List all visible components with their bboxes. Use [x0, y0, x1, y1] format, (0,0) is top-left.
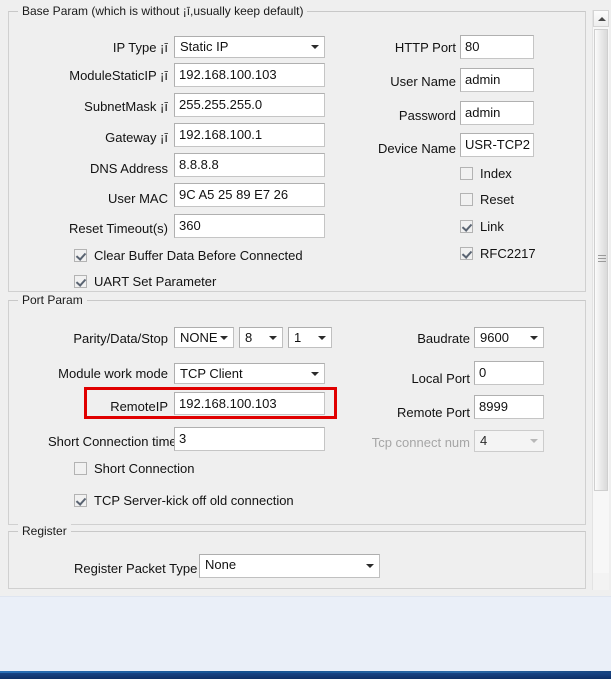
- chevron-down-icon: [311, 371, 319, 376]
- uart-set-parameter-label: UART Set Parameter: [94, 274, 217, 289]
- chevron-down-icon: [530, 439, 538, 443]
- baudrate-value: 9600: [480, 330, 509, 345]
- uart-set-parameter-checkbox[interactable]: UART Set Parameter: [74, 274, 216, 289]
- clear-buffer-label: Clear Buffer Data Before Connected: [94, 248, 303, 263]
- chevron-down-icon: [269, 335, 277, 340]
- chevron-down-icon: [530, 335, 538, 340]
- checkbox-box: [74, 462, 87, 475]
- user-mac-label: User MAC: [108, 191, 168, 206]
- dns-address-label: DNS Address: [89, 161, 168, 176]
- stop-bits-value: 1: [294, 330, 302, 345]
- data-bits-value: 8: [245, 330, 253, 345]
- dialog-bottom-area: [0, 596, 611, 672]
- remote-ip-label: RemoteIP: [110, 399, 168, 414]
- short-connection-label: Short Connection: [94, 461, 195, 476]
- user-mac-input[interactable]: 9C A5 25 89 E7 26: [174, 183, 325, 207]
- grip-icon: [598, 255, 606, 265]
- tcp-kick-off-label: TCP Server-kick off old connection: [94, 493, 294, 508]
- ip-type-value: Static IP: [180, 39, 229, 54]
- parity-value: NONE: [180, 330, 218, 345]
- register-packet-type-label: Register Packet Type: [74, 561, 198, 576]
- ip-type-select[interactable]: Static IP: [174, 36, 325, 58]
- password-input[interactable]: admin: [460, 101, 534, 125]
- reset-label: Reset: [480, 192, 514, 207]
- user-name-input[interactable]: admin: [460, 68, 534, 92]
- module-static-ip-input[interactable]: 192.168.100.103: [174, 63, 325, 87]
- settings-scroll-panel: Base Param (which is without ¡ī,usually …: [0, 0, 611, 596]
- scroll-up-button[interactable]: [593, 10, 609, 27]
- short-connection-checkbox[interactable]: Short Connection: [74, 461, 194, 476]
- triangle-up-icon: [598, 17, 606, 21]
- register-packet-type-select[interactable]: None: [199, 554, 380, 578]
- app-root: Base Param (which is without ¡ī,usually …: [0, 0, 611, 679]
- tcp-connect-num-select: 4: [474, 430, 544, 452]
- baudrate-label: Baudrate: [417, 331, 470, 346]
- remote-port-label: Remote Port: [397, 405, 470, 420]
- short-connection-time-input[interactable]: 3: [174, 427, 325, 451]
- checkbox-box: [74, 275, 87, 288]
- checkbox-box: [460, 247, 473, 260]
- ip-type-label: IP Type ¡ī: [112, 40, 168, 55]
- password-label: Password: [398, 108, 456, 123]
- chevron-down-icon: [220, 335, 228, 340]
- link-checkbox[interactable]: Link: [460, 219, 504, 234]
- checkbox-box: [74, 249, 87, 262]
- index-checkbox[interactable]: Index: [460, 166, 512, 181]
- tcp-connect-num-label: Tcp connect num: [371, 435, 470, 450]
- base-param-title: Base Param (which is without ¡ī,usually …: [18, 4, 308, 18]
- rfc2217-label: RFC2217: [480, 246, 536, 261]
- taskbar: [0, 671, 611, 679]
- vertical-scrollbar[interactable]: [592, 10, 609, 590]
- rfc2217-checkbox[interactable]: RFC2217: [460, 246, 536, 261]
- user-name-label: User Name: [390, 74, 456, 89]
- dns-address-input[interactable]: 8.8.8.8: [174, 153, 325, 177]
- chevron-down-icon: [318, 335, 326, 340]
- subnet-mask-input[interactable]: 255.255.255.0: [174, 93, 325, 117]
- scrollbar-thumb[interactable]: [594, 29, 608, 491]
- index-label: Index: [480, 166, 512, 181]
- register-title: Register: [18, 524, 71, 538]
- chevron-down-icon: [366, 564, 374, 568]
- remote-ip-input[interactable]: 192.168.100.103: [174, 392, 325, 415]
- module-work-mode-value: TCP Client: [180, 366, 243, 381]
- tcp-kick-off-checkbox[interactable]: TCP Server-kick off old connection: [74, 493, 294, 508]
- device-name-label: Device Name: [377, 141, 456, 156]
- remote-port-input[interactable]: 8999: [474, 395, 544, 419]
- http-port-input[interactable]: 80: [460, 35, 534, 59]
- subnet-mask-label: SubnetMask ¡ī: [84, 99, 168, 114]
- reset-checkbox[interactable]: Reset: [460, 192, 514, 207]
- http-port-label: HTTP Port: [394, 40, 456, 55]
- local-port-label: Local Port: [411, 371, 470, 386]
- checkbox-box: [74, 494, 87, 507]
- tcp-connect-num-value: 4: [480, 433, 488, 448]
- baudrate-select[interactable]: 9600: [474, 327, 544, 348]
- gateway-label: Gateway ¡ī: [105, 130, 168, 145]
- checkbox-box: [460, 167, 473, 180]
- checkbox-box: [460, 193, 473, 206]
- reset-timeout-label: Reset Timeout(s): [69, 221, 168, 236]
- reset-timeout-input[interactable]: 360: [174, 214, 325, 238]
- checkbox-box: [460, 220, 473, 233]
- module-work-mode-label: Module work mode: [58, 366, 168, 381]
- clear-buffer-checkbox[interactable]: Clear Buffer Data Before Connected: [74, 248, 303, 263]
- data-bits-select[interactable]: 8: [239, 327, 283, 348]
- parity-select[interactable]: NONE: [174, 327, 234, 348]
- link-label: Link: [480, 219, 504, 234]
- device-name-input[interactable]: USR-TCP2: [460, 133, 534, 157]
- stop-bits-select[interactable]: 1: [288, 327, 332, 348]
- register-packet-type-value: None: [205, 557, 237, 572]
- chevron-down-icon: [311, 45, 319, 49]
- module-static-ip-label: ModuleStaticIP ¡ī: [69, 68, 168, 83]
- port-param-title: Port Param: [18, 293, 87, 307]
- local-port-input[interactable]: 0: [474, 361, 544, 385]
- gateway-input[interactable]: 192.168.100.1: [174, 123, 325, 147]
- parity-data-stop-label: Parity/Data/Stop: [73, 331, 168, 346]
- module-work-mode-select[interactable]: TCP Client: [174, 363, 325, 384]
- short-connection-time-label: Short Connection time: [48, 434, 177, 449]
